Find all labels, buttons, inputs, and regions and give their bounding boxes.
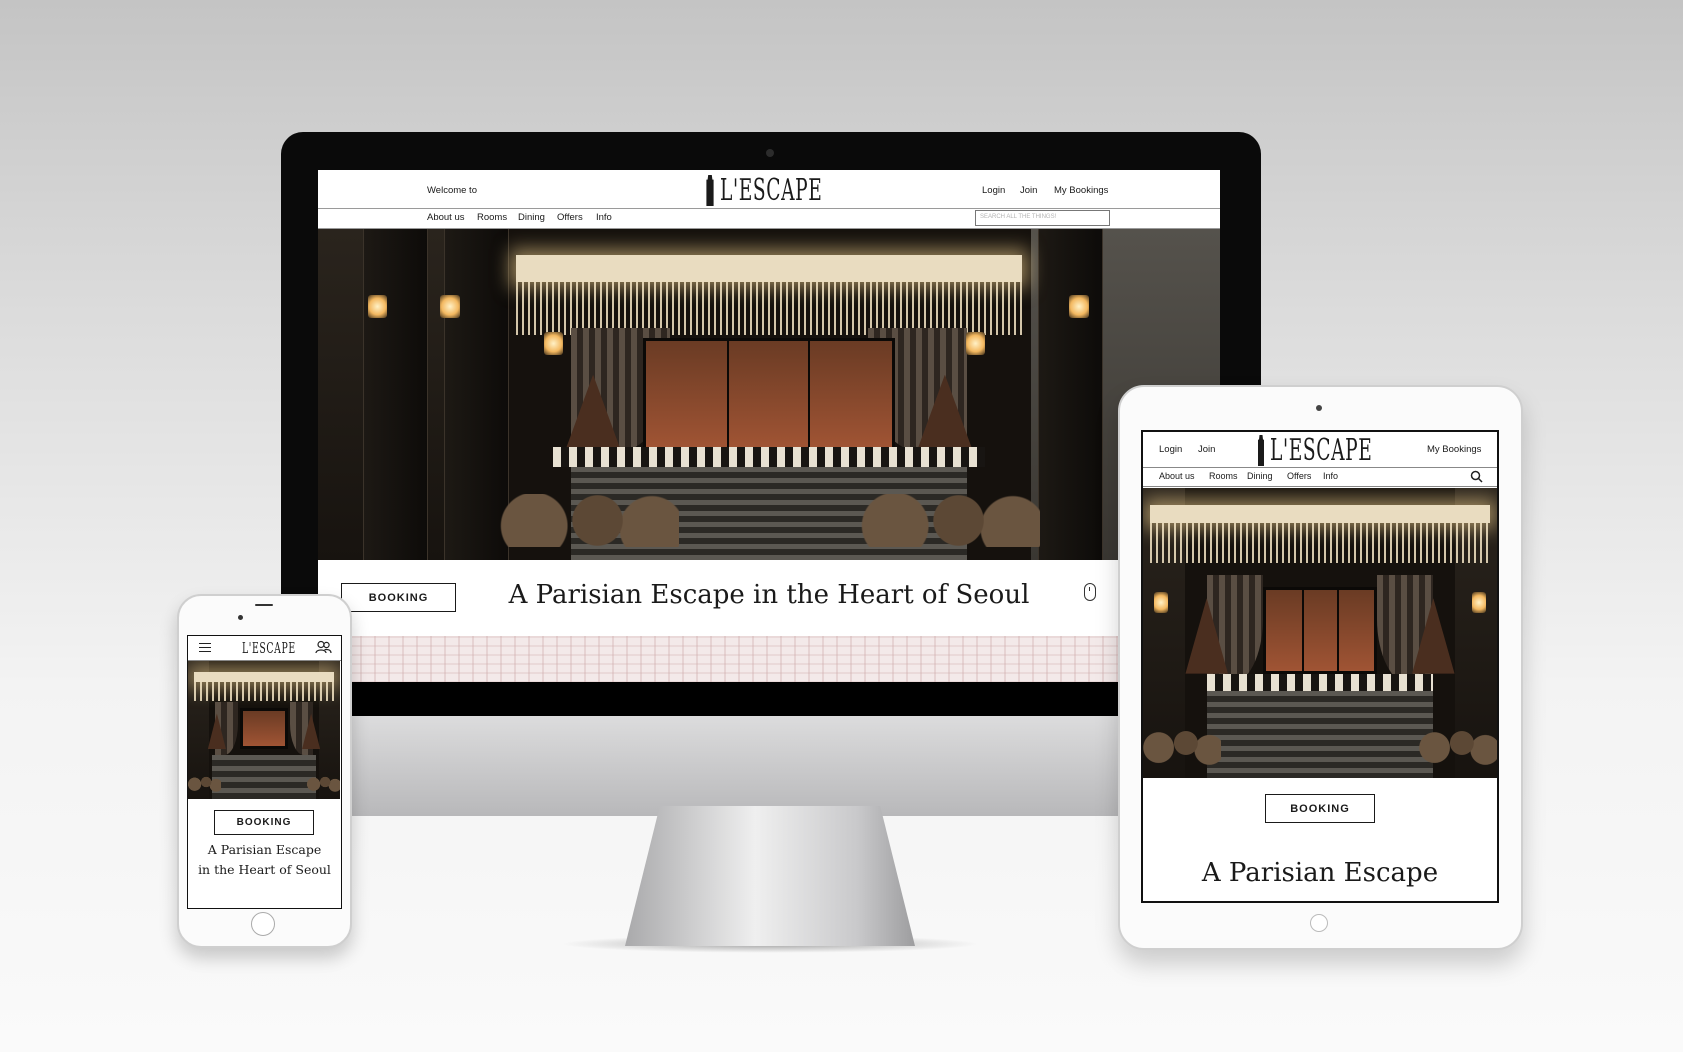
ipad-camera bbox=[1316, 405, 1322, 411]
mobile-tagline-line2: in the Heart of Seoul bbox=[198, 862, 331, 877]
my-bookings-link[interactable]: My Bookings bbox=[1054, 185, 1108, 196]
mobile-tagline-line1: A Parisian Escape bbox=[207, 842, 322, 857]
mobile-top-bar: L'ESCAPE bbox=[188, 636, 341, 661]
tablet-nav-dining[interactable]: Dining bbox=[1247, 471, 1273, 481]
iphone-camera bbox=[238, 615, 243, 620]
imac-camera bbox=[766, 149, 774, 157]
imac-stand bbox=[625, 806, 915, 946]
tablet-hero-image bbox=[1143, 488, 1497, 778]
tablet-nav-rooms[interactable]: Rooms bbox=[1209, 471, 1238, 481]
mouse-scroll-icon[interactable] bbox=[1084, 583, 1096, 601]
welcome-text: Welcome to bbox=[427, 185, 477, 196]
tablet-nav-info[interactable]: Info bbox=[1323, 471, 1338, 481]
iphone-home-button[interactable] bbox=[251, 912, 275, 936]
desktop-logo[interactable]: L'ESCAPE bbox=[704, 173, 885, 208]
tablet-nav-about-us[interactable]: About us bbox=[1159, 471, 1195, 481]
tower-logo-icon bbox=[706, 175, 714, 206]
booking-button[interactable]: BOOKING bbox=[341, 583, 456, 612]
tablet-my-bookings-link[interactable]: My Bookings bbox=[1427, 444, 1481, 455]
hamburger-menu-icon[interactable] bbox=[199, 643, 211, 652]
desktop-site: Welcome to L'ESCAPE Login Join My Bookin… bbox=[318, 170, 1220, 716]
people-icon[interactable] bbox=[315, 640, 332, 659]
mobile-booking-button[interactable]: BOOKING bbox=[214, 810, 314, 835]
nav-rooms[interactable]: Rooms bbox=[477, 212, 507, 223]
tablet-login-link[interactable]: Login bbox=[1159, 444, 1182, 455]
mobile-logo-text: L'ESCAPE bbox=[242, 639, 296, 657]
desktop-nav-bar: About us Rooms Dining Offers Info SEARCH… bbox=[318, 209, 1220, 229]
nav-about-us[interactable]: About us bbox=[427, 212, 465, 223]
join-link[interactable]: Join bbox=[1020, 185, 1037, 196]
desktop-booking-band: BOOKING A Parisian Escape in the Heart o… bbox=[318, 560, 1220, 636]
tablet-booking-button[interactable]: BOOKING bbox=[1265, 794, 1375, 823]
tablet-tagline: A Parisian Escape bbox=[1201, 858, 1439, 888]
desktop-top-bar: Welcome to L'ESCAPE Login Join My Bookin… bbox=[318, 170, 1220, 209]
tagline: A Parisian Escape in the Heart of Seoul bbox=[508, 580, 1030, 610]
tablet-join-link[interactable]: Join bbox=[1198, 444, 1215, 455]
decorative-pattern-band bbox=[318, 636, 1220, 682]
iphone-speaker bbox=[255, 604, 273, 606]
nav-dining[interactable]: Dining bbox=[518, 212, 545, 223]
mobile-site: L'ESCAPE BOOKING A Parisian Escape in th… bbox=[187, 635, 342, 909]
imac-chin bbox=[281, 716, 1261, 816]
mobile-hero-image bbox=[188, 661, 340, 799]
desktop-footer-strip bbox=[318, 682, 1220, 716]
search-icon[interactable] bbox=[1470, 470, 1483, 488]
nav-offers[interactable]: Offers bbox=[557, 212, 583, 223]
search-input[interactable]: SEARCH ALL THE THINGS! bbox=[975, 210, 1110, 226]
nav-info[interactable]: Info bbox=[596, 212, 612, 223]
tablet-top-bar: Login Join L'ESCAPE My Bookings bbox=[1143, 432, 1497, 468]
ipad-home-button[interactable] bbox=[1310, 914, 1328, 932]
tablet-logo[interactable]: L'ESCAPE bbox=[1256, 433, 1435, 468]
tablet-nav-bar: About us Rooms Dining Offers Info bbox=[1143, 468, 1497, 487]
tower-logo-icon bbox=[1258, 435, 1264, 466]
desktop-hero-image bbox=[318, 229, 1220, 560]
tablet-site: Login Join L'ESCAPE My Bookings About us… bbox=[1141, 430, 1499, 903]
tablet-nav-offers[interactable]: Offers bbox=[1287, 471, 1311, 481]
login-link[interactable]: Login bbox=[982, 185, 1005, 196]
logo-text: L'ESCAPE bbox=[720, 173, 823, 208]
tablet-logo-text: L'ESCAPE bbox=[1270, 433, 1373, 468]
